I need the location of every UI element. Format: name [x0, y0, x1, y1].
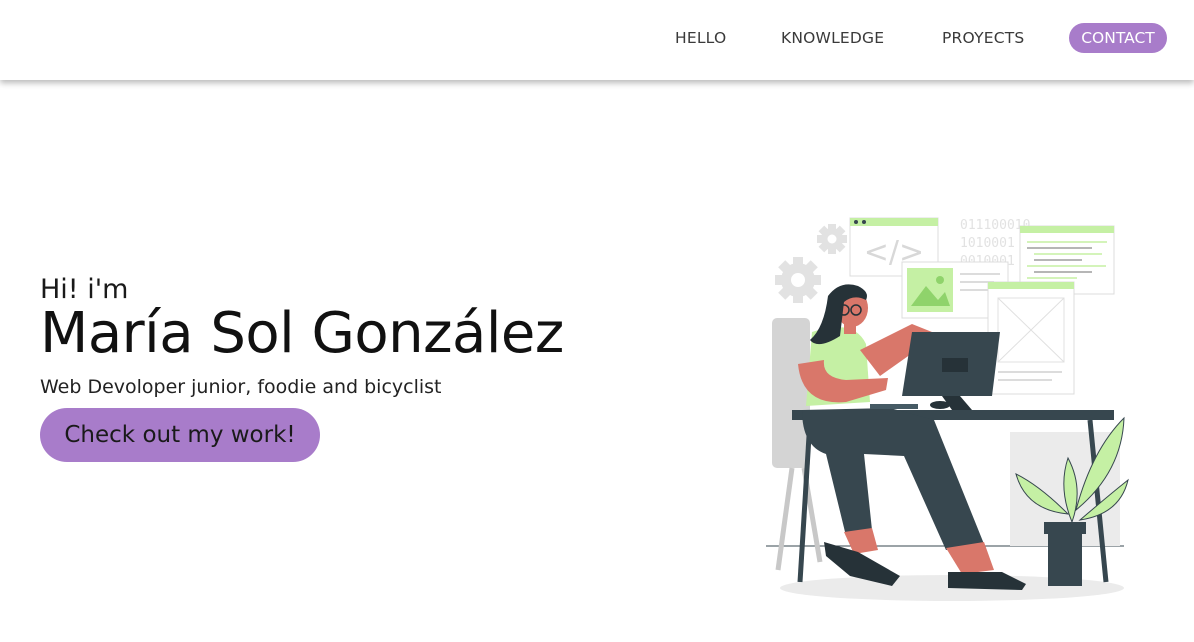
nav-link-knowledge[interactable]: KNOWLEDGE: [781, 27, 884, 49]
person-legs: [802, 408, 1026, 590]
gear-icon: [817, 224, 847, 254]
hero-tagline: Web Devoloper junior, foodie and bicycli…: [40, 376, 442, 398]
svg-text:1010001: 1010001: [960, 236, 1015, 251]
nav-link-hello[interactable]: HELLO: [675, 27, 726, 49]
nav-link-proyects[interactable]: PROYECTS: [942, 27, 1024, 49]
gear-icon: [775, 257, 821, 303]
placeholder-panel-icon: [987, 281, 1075, 395]
hero-name: María Sol González: [40, 301, 564, 366]
nav-contact-button[interactable]: CONTACT: [1069, 23, 1167, 53]
top-navbar: HELLO KNOWLEDGE PROYECTS CONTACT: [0, 0, 1194, 80]
check-work-button[interactable]: Check out my work!: [40, 408, 320, 462]
developer-illustration: </> 011100010 1010001 0010001: [766, 217, 1129, 601]
